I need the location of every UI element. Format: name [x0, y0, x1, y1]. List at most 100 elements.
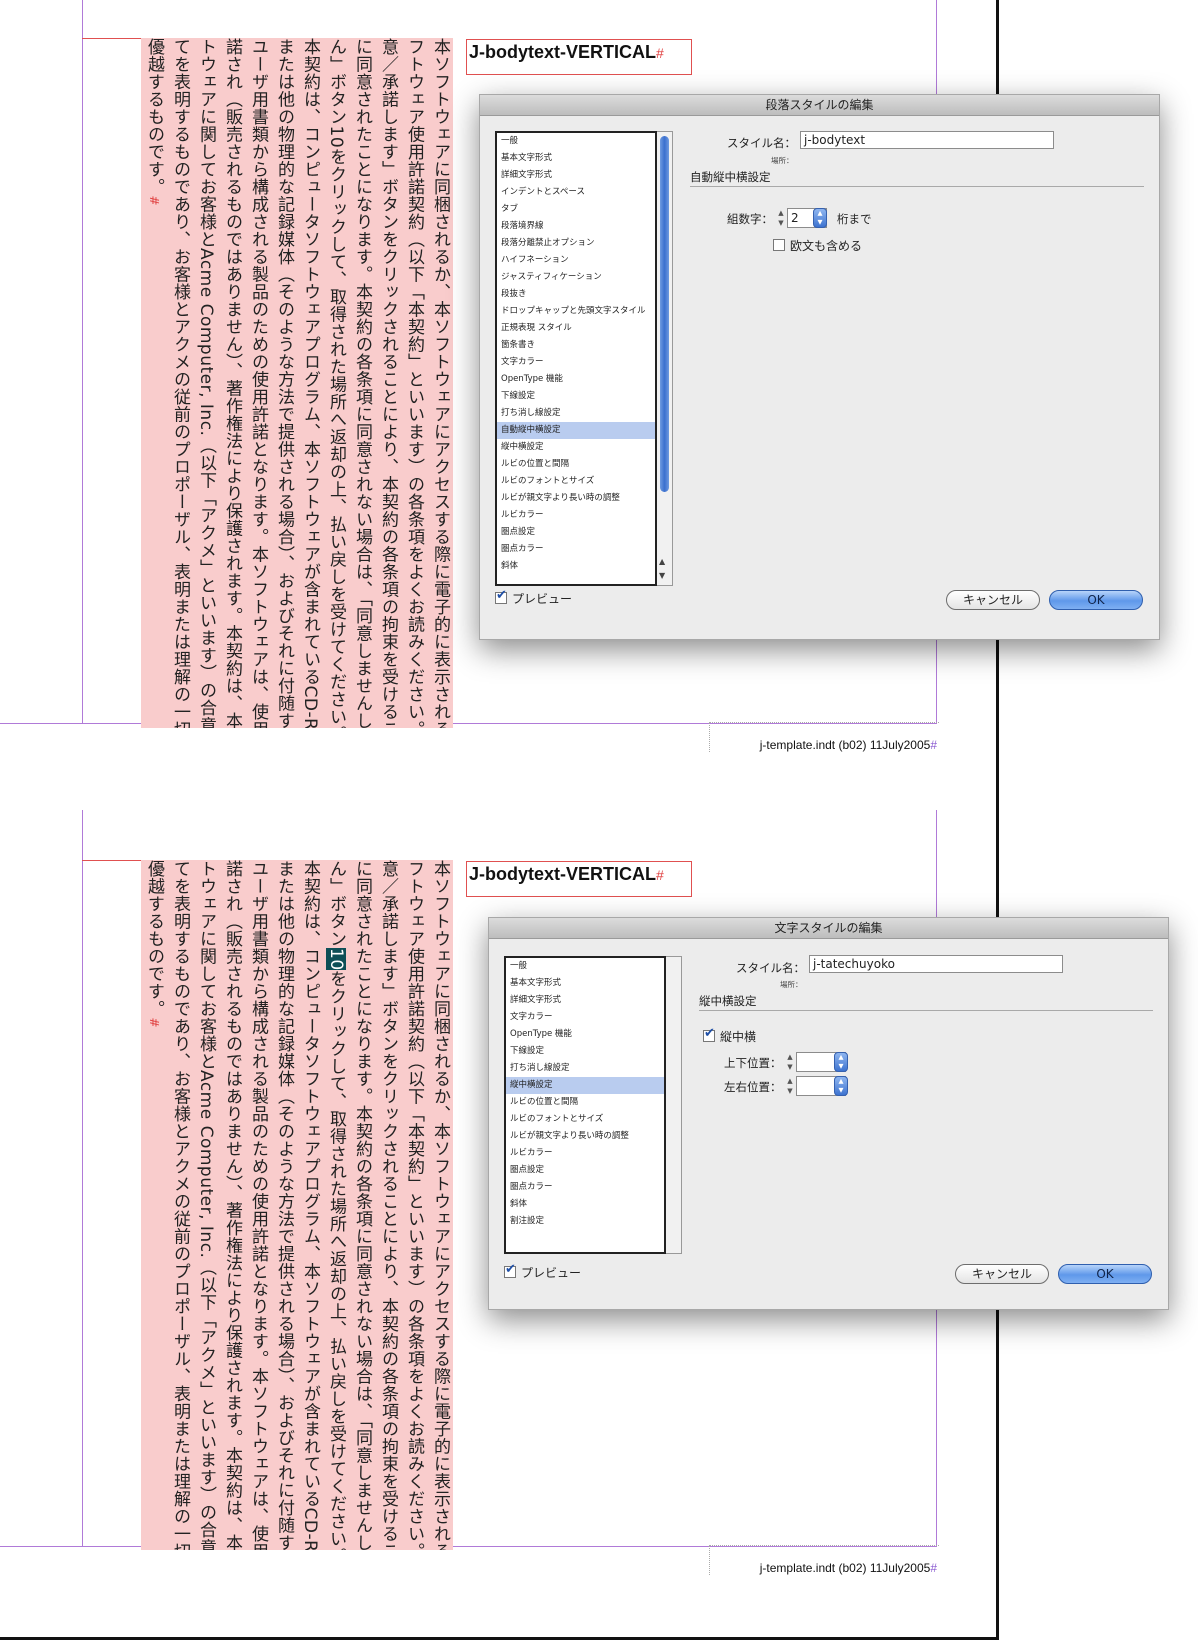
ok-button[interactable]: OK: [1049, 590, 1143, 610]
category-item[interactable]: 斜体: [506, 1196, 664, 1213]
text-column: ん」ボタン10をクリックして、取得された場所へ返却の上、払い戻しを受けてください…: [323, 860, 349, 1550]
category-item[interactable]: 基本文字形式: [497, 150, 655, 167]
category-item[interactable]: 自動縦中横設定: [497, 422, 655, 439]
location-label: 場所：: [780, 980, 803, 989]
category-item[interactable]: 段落分離禁止オプション: [497, 235, 655, 252]
category-item[interactable]: 縦中横設定: [497, 439, 655, 456]
text-column: に同意されたことになります。本契約の各条項に同意されない場合は、「同意しませんし…: [349, 38, 375, 728]
category-item[interactable]: 詳細文字形式: [497, 167, 655, 184]
style-label-mark: #: [656, 867, 664, 883]
category-item[interactable]: 圏点設定: [506, 1162, 664, 1179]
category-list[interactable]: 一般 基本文字形式 詳細文字形式 文字カラー OpenType 機能 下線設定 打ち消し線設…: [504, 956, 666, 1254]
category-item[interactable]: OpenType 機能: [497, 371, 655, 388]
category-item[interactable]: ルビの位置と間隔: [497, 456, 655, 473]
category-scrollbar[interactable]: [666, 956, 682, 1254]
category-item[interactable]: 打ち消し線設定: [506, 1060, 664, 1077]
preview-label: プレビュー: [512, 592, 573, 606]
category-item[interactable]: ハイフネーション: [497, 252, 655, 269]
category-item[interactable]: 下線設定: [506, 1043, 664, 1060]
category-item[interactable]: 基本文字形式: [506, 975, 664, 992]
text-column: 諾され（販売されるものではありません）、著作権法により保護されます。本契約は、本…: [219, 38, 245, 728]
category-item[interactable]: ルビのフォントとサイズ: [497, 473, 655, 490]
category-item[interactable]: 段抜き: [497, 286, 655, 303]
paragraph-style-label: J-bodytext-VERTICAL#: [466, 39, 692, 75]
category-scrollbar[interactable]: ▲ ▼: [657, 131, 673, 586]
vertical-body-text-frame[interactable]: 本ソフトウェアに同梱されるか、本ソフトウェアにアクセスする際に電子的に表示される…: [141, 38, 453, 728]
category-item[interactable]: 圏点設定: [497, 524, 655, 541]
category-item[interactable]: 一般: [497, 133, 655, 150]
paragraph-style-dialog: 段落スタイルの編集 一般 基本文字形式 詳細文字形式 インデントとスペース タブ 段落境界…: [479, 94, 1160, 640]
category-item[interactable]: インデントとスペース: [497, 184, 655, 201]
footer-frame: j-template.indt (b02) 11July2005#: [709, 1545, 939, 1575]
category-item[interactable]: 段落境界線: [497, 218, 655, 235]
preview-checkbox[interactable]: [495, 588, 507, 604]
text-column: 意／承諾します」ボタンをクリックされることにより、本契約の各条項の拘束を受けるこ…: [375, 860, 401, 1550]
horizontal-position-label: 左右位置：: [724, 1080, 782, 1094]
include-roman-checkbox[interactable]: [773, 239, 785, 251]
vertical-body-text-frame[interactable]: 本ソフトウェアに同梱されるか、本ソフトウェアにアクセスする際に電子的に表示される…: [141, 860, 453, 1550]
text-run: をクリックして、取得された場所へ返却の上、払い戻しを受けてください。: [326, 970, 346, 1550]
category-item[interactable]: 縦中横設定: [506, 1077, 664, 1094]
vertical-position-spin-button[interactable]: ▲ ▼: [834, 1052, 848, 1072]
section-title: 縦中横設定: [699, 994, 757, 1008]
category-item[interactable]: 斜体: [497, 558, 655, 575]
style-name-field[interactable]: j-tatechuyoko: [809, 955, 1063, 973]
horizontal-position-stepper-icon[interactable]: ▲ ▼: [785, 1076, 795, 1096]
text-frame-top-guide: [82, 860, 142, 861]
text-column: てを表明するものであり、お客様とアクメの従前のプロポーザル、表明または理解の一切…: [167, 38, 193, 728]
digits-suffix: 桁まで: [837, 212, 872, 226]
tcy-label: 縦中横: [720, 1030, 757, 1044]
preview-label: プレビュー: [521, 1266, 582, 1280]
category-item[interactable]: 一般: [506, 958, 664, 975]
scroll-thumb[interactable]: [660, 136, 669, 492]
category-item[interactable]: ジャスティフィケーション: [497, 269, 655, 286]
scroll-up-icon[interactable]: ▲: [659, 557, 665, 566]
text-column: に同意されたことになります。本契約の各条項に同意されない場合は、「同意しませんし…: [349, 860, 375, 1550]
category-item[interactable]: ルビのフォントとサイズ: [506, 1111, 664, 1128]
category-item[interactable]: 箇条書き: [497, 337, 655, 354]
category-item[interactable]: ドロップキャップと先頭文字スタイル: [497, 303, 655, 320]
category-item[interactable]: OpenType 機能: [506, 1026, 664, 1043]
style-label-text: J-bodytext-VERTICAL: [469, 42, 657, 62]
horizontal-position-spin-button[interactable]: ▲ ▼: [834, 1076, 848, 1096]
category-item[interactable]: 割注設定: [506, 1213, 664, 1230]
cancel-button[interactable]: キャンセル: [946, 590, 1040, 610]
style-name-label: スタイル名：: [736, 961, 805, 975]
page-left-guide: [82, 810, 83, 1546]
text-run: ん」ボタン: [326, 38, 346, 126]
digits-spin-button[interactable]: ▲ ▼: [813, 208, 827, 228]
category-item[interactable]: ルビカラー: [497, 507, 655, 524]
cancel-button[interactable]: キャンセル: [955, 1264, 1049, 1284]
category-item[interactable]: ルビカラー: [506, 1145, 664, 1162]
text-column: フトウェア使用許諾契約（以下「本契約」といいます）の各条項をよくお読みください。…: [401, 860, 427, 1550]
category-item[interactable]: ルビが親文字より長い時の調整: [497, 490, 655, 507]
category-item[interactable]: ルビの位置と間隔: [506, 1094, 664, 1111]
tcy-checkbox[interactable]: [703, 1026, 715, 1042]
vertical-position-stepper-icon[interactable]: ▲ ▼: [785, 1052, 795, 1072]
category-item[interactable]: 打ち消し線設定: [497, 405, 655, 422]
category-item[interactable]: 正規表現 スタイル: [497, 320, 655, 337]
scroll-down-icon[interactable]: ▼: [659, 571, 665, 580]
category-list[interactable]: 一般 基本文字形式 詳細文字形式 インデントとスペース タブ 段落境界線 段落分離禁止オプシ…: [495, 131, 657, 586]
category-item[interactable]: 圏点カラー: [506, 1179, 664, 1196]
location-label: 場所：: [771, 156, 794, 165]
category-item[interactable]: 下線設定: [497, 388, 655, 405]
category-item[interactable]: 文字カラー: [497, 354, 655, 371]
tcy-number-highlighted: 10: [326, 947, 346, 971]
text-column: てを表明するものであり、お客様とアクメの従前のプロポーザル、表明または理解の一切…: [167, 860, 193, 1550]
preview-checkbox[interactable]: [504, 1262, 516, 1278]
text-column: ユーザ用書類から構成される製品のための使用許諾となります。本ソフトウェアは、使用…: [245, 38, 271, 728]
category-item[interactable]: タブ: [497, 201, 655, 218]
section-title: 自動縦中横設定: [690, 170, 771, 184]
footer-frame: j-template.indt (b02) 11July2005#: [709, 722, 939, 752]
category-item[interactable]: 圏点カラー: [497, 541, 655, 558]
ok-button[interactable]: OK: [1058, 1264, 1152, 1284]
footer-text: j-template.indt (b02) 11July2005: [759, 1561, 931, 1575]
style-name-field[interactable]: j-bodytext: [800, 131, 1054, 149]
category-item[interactable]: 詳細文字形式: [506, 992, 664, 1009]
category-item[interactable]: ルビが親文字より長い時の調整: [506, 1128, 664, 1145]
text-column: トウェアに関してお客様とAcme Computer, Inc.（以下「アクメ」と…: [193, 860, 219, 1550]
digits-stepper-icon[interactable]: ▲ ▼: [776, 208, 786, 228]
category-item[interactable]: 文字カラー: [506, 1009, 664, 1026]
text-frame-top-guide: [82, 38, 142, 39]
